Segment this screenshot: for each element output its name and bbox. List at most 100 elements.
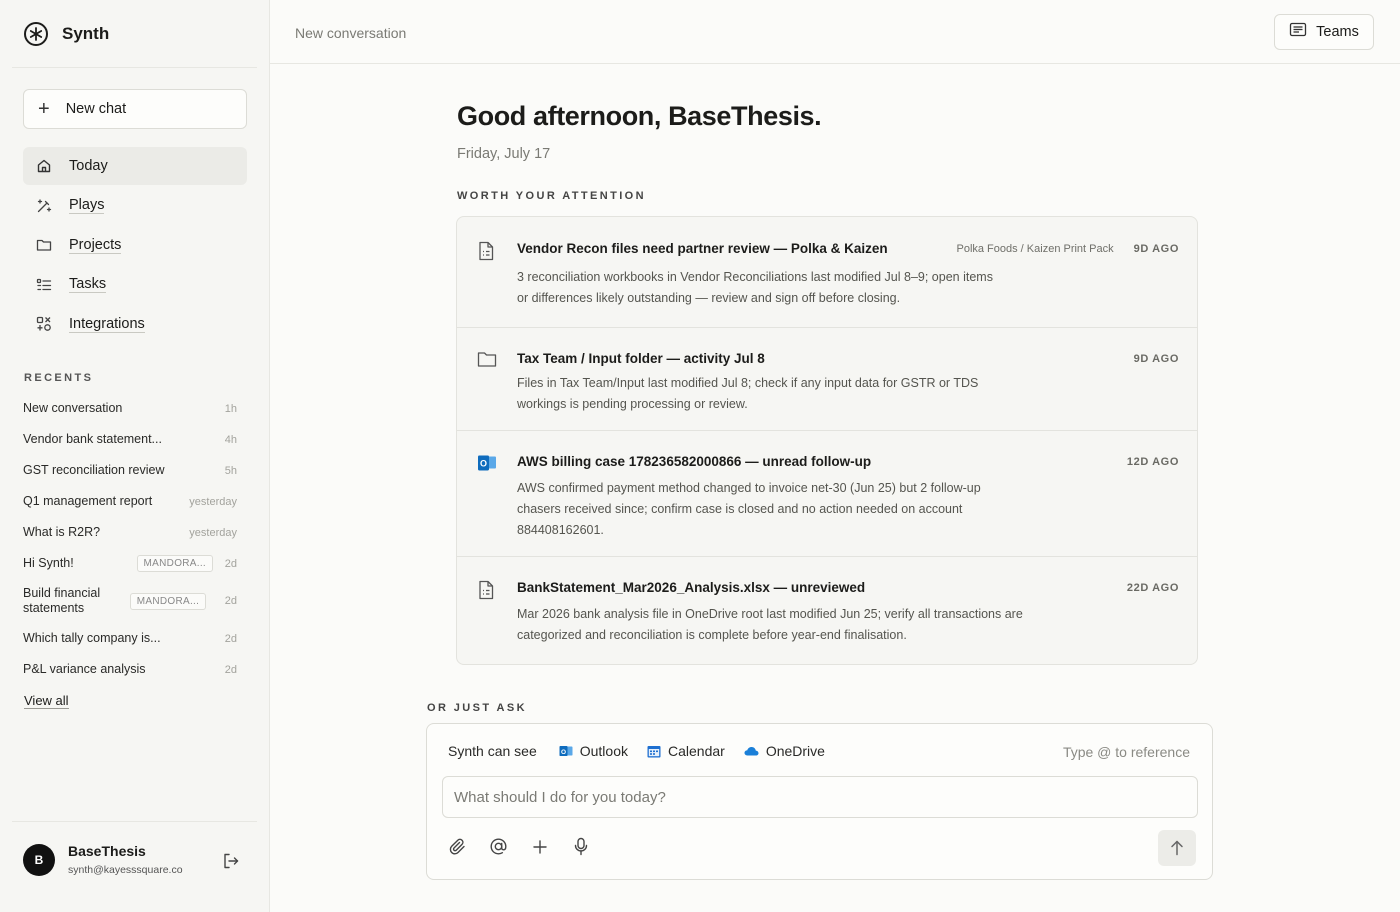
onedrive-cloud-icon [744,747,759,756]
recent-item[interactable]: P&L variance analysis 2d [23,654,237,685]
new-chat-label: New chat [65,101,127,117]
card-title: AWS billing case 178236582000866 — unrea… [517,454,872,469]
recent-item[interactable]: Hi Synth! MANDORA... 2d [23,548,237,579]
at-mention-icon[interactable] [488,836,509,857]
sidebar-item-projects[interactable]: Projects [23,226,247,264]
logout-icon[interactable] [222,852,242,872]
top-bar: New conversation Teams [270,0,1400,64]
sidebar-item-label: Today [69,157,108,174]
send-button[interactable] [1158,830,1196,866]
integrations-icon [35,315,53,333]
card-description: AWS confirmed payment method changed to … [517,481,981,537]
conversation-title: New conversation [295,25,407,41]
chat-list-icon [1289,22,1307,42]
attention-heading: WORTH YOUR ATTENTION [457,190,646,202]
project-tag: MANDORA... [136,555,213,572]
user-name: BaseThesis [68,843,146,859]
recent-item[interactable]: Which tally company is... 2d [23,623,237,654]
recent-title: Build financial statements [23,586,101,615]
recent-item[interactable]: Build financial statements MANDORA... 2d [23,579,237,623]
recent-item[interactable]: Q1 management report yesterday [23,486,237,517]
card-meta: 9D AGO [1134,353,1179,365]
recent-time: 2d [224,663,237,676]
calendar-icon [647,745,661,757]
folder-icon [477,350,497,370]
composer-tools [447,836,591,857]
paperclip-icon[interactable] [447,836,468,857]
view-all-link[interactable]: View all [24,693,69,709]
document-icon [477,580,497,600]
sidebar-item-tasks[interactable]: Tasks [23,266,247,304]
avatar: B [23,843,55,876]
source-onedrive[interactable]: OneDrive [744,743,825,759]
svg-text:O: O [480,459,487,469]
recent-time: yesterday [189,526,237,539]
recent-title: New conversation [23,401,123,415]
outlook-icon: O [477,454,497,474]
recent-title: Hi Synth! [23,556,74,570]
checklist-icon [35,276,53,294]
sidebar-item-today[interactable]: Today [23,147,247,185]
plus-icon: + [38,98,50,120]
card-title: Tax Team / Input folder — activity Jul 8 [517,351,765,366]
recent-time: yesterday [189,495,237,508]
card-context: Polka Foods / Kaizen Print Pack [956,243,1114,255]
recent-time: 4h [224,433,237,446]
recent-title: P&L variance analysis [23,662,146,676]
card-title: BankStatement_Mar2026_Analysis.xlsx — un… [517,580,866,595]
source-calendar[interactable]: Calendar [647,743,725,759]
attention-card[interactable]: Vendor Recon files need partner review —… [457,217,1197,328]
ask-heading: OR JUST ASK [427,702,527,714]
recent-item[interactable]: What is R2R? yesterday [23,517,237,548]
source-label: Calendar [667,743,725,759]
teams-label: Teams [1316,24,1359,40]
user-profile[interactable]: B BaseThesis synth@kayesssquare.co [23,843,183,876]
sidebar-item-label: Integrations [69,315,145,333]
recent-title: Vendor bank statement... [23,432,162,446]
project-tag: MANDORA... [129,592,207,610]
recent-title: GST reconciliation review [23,463,165,477]
recent-time: 2d [224,632,237,645]
prompt-input[interactable] [442,776,1198,818]
sidebar-item-integrations[interactable]: Integrations [23,305,247,343]
current-date: Friday, July 17 [457,146,551,162]
sidebar-item-label: Plays [69,197,105,214]
card-description: 3 reconciliation workbooks in Vendor Rec… [517,270,993,305]
card-age: 9D AGO [1133,243,1179,255]
divider [12,67,257,68]
recent-title: Which tally company is... [23,631,161,645]
sidebar: Synth + New chat Today Plays Projects Ta… [0,0,270,912]
card-title: Vendor Recon files need partner review —… [517,241,888,256]
recent-item[interactable]: New conversation 1h [23,393,237,424]
card-meta: Polka Foods / Kaizen Print Pack 9D AGO [956,243,1179,255]
attention-card[interactable]: O AWS billing case 178236582000866 — unr… [457,431,1197,557]
recents-list: New conversation 1h Vendor bank statemen… [23,393,237,685]
card-age: 9D AGO [1133,353,1179,365]
reference-hint: Type @ to reference [1062,744,1190,760]
attention-card[interactable]: Tax Team / Input folder — activity Jul 8… [457,328,1197,431]
card-age: 12D AGO [1126,456,1179,468]
sources-label: Synth can see [448,743,537,759]
attention-list: Vendor Recon files need partner review —… [456,216,1198,665]
plus-icon[interactable] [529,836,550,857]
recent-time: 2d [224,557,237,570]
attention-card[interactable]: BankStatement_Mar2026_Analysis.xlsx — un… [457,557,1197,664]
sidebar-item-plays[interactable]: Plays [23,187,247,225]
recent-time: 5h [224,464,237,477]
microphone-icon[interactable] [570,836,591,857]
greeting-heading: Good afternoon, BaseThesis. [457,101,822,131]
recent-title: What is R2R? [23,525,101,539]
recent-item[interactable]: Vendor bank statement... 4h [23,424,237,455]
new-chat-button[interactable]: + New chat [23,89,247,129]
home-icon [35,157,53,175]
brand[interactable]: Synth [24,22,109,46]
teams-button[interactable]: Teams [1274,14,1374,50]
source-outlook[interactable]: O Outlook [559,743,628,759]
sidebar-nav: Today Plays Projects Tasks Integrations [23,147,247,345]
recent-item[interactable]: GST reconciliation review 5h [23,455,237,486]
divider [12,821,257,822]
document-icon [477,241,497,261]
composer: Synth can see O Outlook Calendar OneDriv… [426,723,1213,880]
recents-heading: RECENTS [24,372,94,384]
outlook-icon: O [559,746,573,756]
